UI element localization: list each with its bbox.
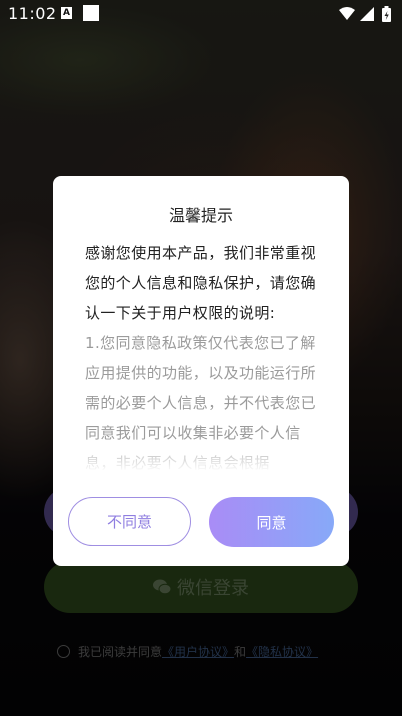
- status-icons: [339, 6, 391, 22]
- privacy-dialog: 温馨提示 感谢您使用本产品，我们非常重视您的个人信息和隐私保护，请您确认一下关于…: [53, 176, 349, 566]
- status-bar: 11:02 A: [0, 0, 402, 28]
- dialog-body[interactable]: 感谢您使用本产品，我们非常重视您的个人信息和隐私保护，请您确认一下关于用户权限的…: [85, 238, 323, 470]
- signal-icon: [360, 7, 374, 21]
- decline-button[interactable]: 不同意: [68, 497, 191, 546]
- notification-a-icon: A: [61, 7, 72, 19]
- wifi-icon: [339, 7, 355, 20]
- notification-square-icon: [83, 5, 99, 21]
- scroll-fade: [53, 438, 349, 472]
- app-screen: 微信登录 我已阅读并同意 《用户协议》 和 《隐私协议》 11:02 A 温馨提…: [0, 0, 402, 716]
- agree-button[interactable]: 同意: [209, 497, 334, 547]
- dialog-intro-text: 感谢您使用本产品，我们非常重视您的个人信息和隐私保护，请您确认一下关于用户权限的…: [85, 244, 317, 322]
- status-time: 11:02: [8, 4, 57, 23]
- dialog-title: 温馨提示: [168, 206, 233, 225]
